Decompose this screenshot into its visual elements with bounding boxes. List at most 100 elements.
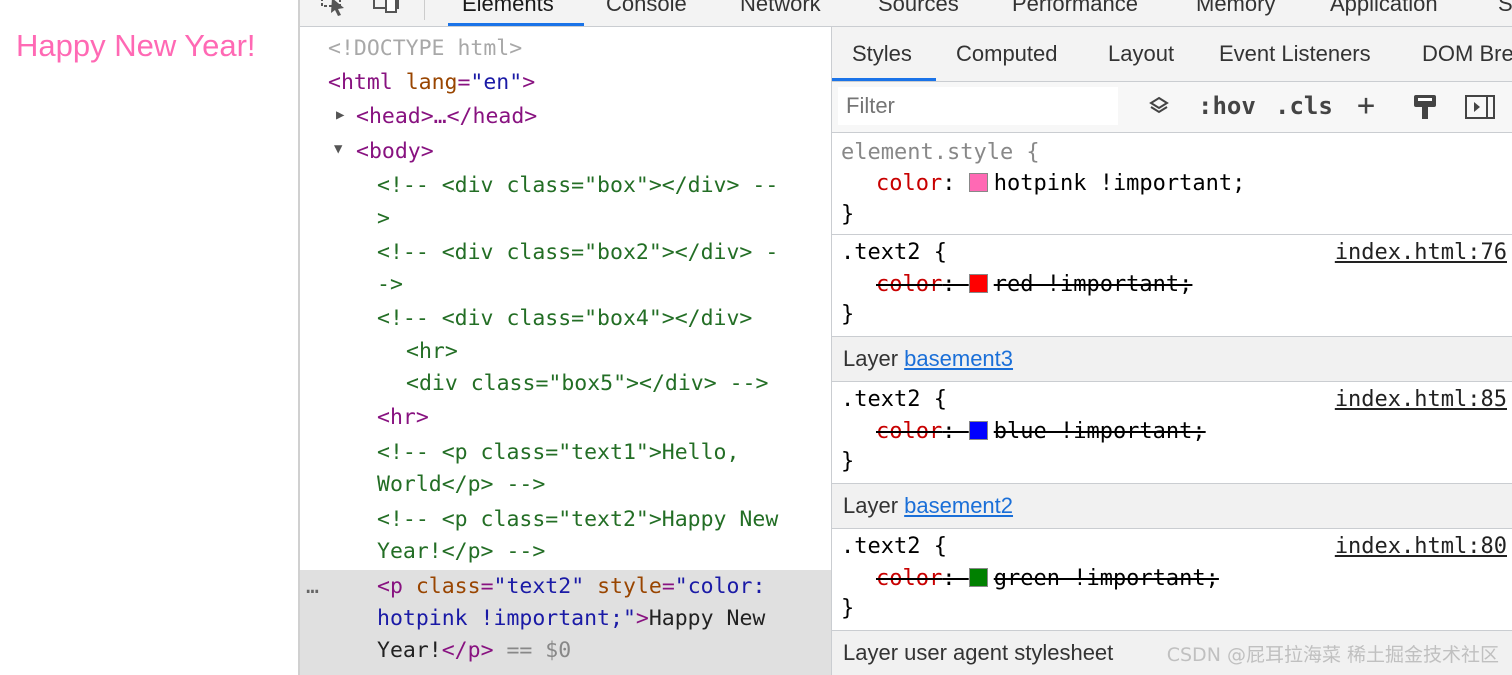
styles-subtabs: Styles Computed Layout Event Listeners D… (832, 27, 1512, 82)
body-node[interactable]: <body> (356, 136, 434, 168)
comment-node-cont: <hr> (406, 339, 458, 364)
attr-value: hotpink !important;" (377, 606, 636, 631)
head-node[interactable]: <head>…</head> (356, 101, 537, 133)
toolbar-divider (424, 0, 425, 20)
color-swatch[interactable] (968, 568, 988, 587)
console-ref-text: == $0 (506, 638, 572, 663)
color-swatch[interactable] (968, 421, 988, 440)
property-value: blue !important; (993, 419, 1206, 444)
devtools-panel: Elements Console Network Sources Perform… (298, 0, 1512, 675)
tab-memory[interactable]: Memory (1196, 0, 1275, 17)
doctype-node[interactable]: <!DOCTYPE html> (328, 33, 522, 65)
cls-toggle[interactable]: .cls (1275, 92, 1333, 120)
rule-source-link[interactable]: index.html:76 (1335, 237, 1507, 268)
tag-text: <p (377, 574, 403, 599)
rule-selector[interactable]: .text2 { (841, 384, 947, 415)
layer-link[interactable]: basement3 (904, 346, 1013, 371)
style-declaration-overridden[interactable]: color: red !important; (876, 269, 1192, 300)
selected-p-node[interactable]: <p class="text2" style="color: (377, 571, 765, 603)
node-actions-ellipsis-icon[interactable]: … (306, 571, 319, 603)
attr-value: "color: (674, 574, 766, 599)
rule-close-brace: } (841, 449, 855, 474)
attr-name: lang (405, 70, 458, 95)
style-declaration[interactable]: color: hotpink !important; (876, 168, 1245, 199)
layer-header: Layer basement2 (832, 484, 1512, 529)
style-declaration-overridden[interactable]: color: green !important; (876, 563, 1219, 594)
inspect-element-icon[interactable] (320, 0, 350, 16)
tab-styles[interactable]: Styles (852, 41, 912, 67)
device-toolbar-icon[interactable] (372, 0, 404, 16)
rule-source-link[interactable]: index.html:80 (1335, 531, 1507, 562)
expand-triangle-icon[interactable]: ▶ (336, 107, 344, 123)
attr-name: class (415, 574, 481, 599)
node-text: Year! (377, 638, 442, 663)
tab-performance[interactable]: Performance (1012, 0, 1138, 17)
tab-computed[interactable]: Computed (956, 41, 1058, 67)
hov-toggle[interactable]: :hov (1198, 92, 1256, 120)
tag-text: > (522, 70, 536, 95)
style-declaration-overridden[interactable]: color: blue !important; (876, 416, 1206, 447)
tag-text: <html (328, 70, 393, 95)
rule-close-brace: } (841, 202, 855, 227)
color-swatch[interactable] (968, 274, 988, 293)
selected-p-node-cont: Year!</p> == $0 (377, 635, 571, 667)
layer-label: Layer (843, 346, 905, 371)
page-preview: Happy New Year! (0, 0, 298, 675)
tab-layout[interactable]: Layout (1108, 41, 1174, 67)
selected-p-node-cont: hotpink !important;">Happy New (377, 606, 766, 631)
comment-node[interactable]: <!-- <p class="text1">Hello, (377, 437, 739, 469)
rule-selector[interactable]: .text2 { (841, 531, 947, 562)
rule-selector[interactable]: element.style { (841, 137, 1040, 168)
elements-dom-tree: <!DOCTYPE html> <html lang="en"> ▶ <head… (300, 27, 831, 675)
rule-source-link[interactable]: index.html:85 (1335, 384, 1507, 415)
style-rule-element-style: element.style { color: hotpink !importan… (832, 133, 1512, 235)
property-name: color (876, 272, 943, 297)
layer-header: Layer basement3 (832, 337, 1512, 382)
style-rule-text2: .text2 { index.html:76 color: red !impor… (832, 235, 1512, 337)
tab-sources[interactable]: Sources (878, 0, 959, 17)
happy-new-year-text: Happy New Year! (16, 28, 256, 63)
property-name: color (876, 171, 943, 196)
tab-event-listeners[interactable]: Event Listeners (1219, 41, 1371, 67)
collapse-triangle-icon[interactable]: ▼ (334, 141, 342, 157)
layer-link[interactable]: basement2 (904, 493, 1013, 518)
comment-node[interactable]: <!-- <div class="box2"></div> - (377, 237, 778, 269)
tab-console[interactable]: Console (606, 0, 687, 17)
styles-filter-bar: :hov .cls + (832, 82, 1512, 133)
html-node[interactable]: <html lang="en"> (328, 67, 535, 99)
comment-node-cont: World</p> --> (377, 472, 546, 497)
node-text: Happy New (648, 606, 766, 631)
watermark-text: CSDN @屁耳拉海菜 稀土掘金技术社区 (1166, 644, 1499, 666)
layer-label: Layer (843, 493, 905, 518)
rule-selector[interactable]: .text2 { (841, 237, 947, 268)
tab-overflow[interactable]: S (1498, 0, 1512, 17)
tab-dom-breakpoints[interactable]: DOM Bre (1422, 41, 1512, 67)
filter-input[interactable] (838, 87, 1118, 125)
layer-label: Layer user agent stylesheet (843, 640, 1114, 665)
rule-close-brace: } (841, 596, 855, 621)
rule-close-brace: } (841, 302, 855, 327)
devtools-main-tabbar: Elements Console Network Sources Perform… (300, 0, 1512, 27)
comment-node-cont: -> (377, 272, 403, 297)
tab-application[interactable]: Application (1330, 0, 1438, 17)
tag-text: </p> (441, 638, 494, 663)
style-rule-text2: .text2 { index.html:80 color: green !imp… (832, 529, 1512, 631)
color-swatch[interactable] (968, 173, 988, 192)
comment-node[interactable]: <!-- <p class="text2">Happy New (377, 504, 778, 536)
tab-elements[interactable]: Elements (462, 0, 554, 17)
active-tab-indicator (448, 23, 584, 26)
comment-node-cont: Year!</p> --> (377, 539, 546, 564)
active-subtab-indicator (832, 78, 936, 81)
comment-node[interactable]: <!-- <div class="box"></div> -- (377, 170, 778, 202)
property-value: hotpink !important; (993, 171, 1246, 196)
comment-node[interactable]: <!-- <div class="box4"></div> (377, 303, 752, 335)
layers-icon[interactable] (1148, 96, 1170, 118)
hr-node[interactable]: <hr> (377, 402, 429, 434)
tab-network[interactable]: Network (740, 0, 821, 17)
paint-brush-icon[interactable] (1412, 93, 1438, 121)
toggle-sidebar-icon[interactable] (1464, 94, 1496, 120)
property-value: green !important; (993, 566, 1219, 591)
attr-name: style (597, 574, 662, 599)
new-style-rule-button[interactable]: + (1357, 88, 1375, 123)
attr-value: "text2" (493, 574, 585, 599)
